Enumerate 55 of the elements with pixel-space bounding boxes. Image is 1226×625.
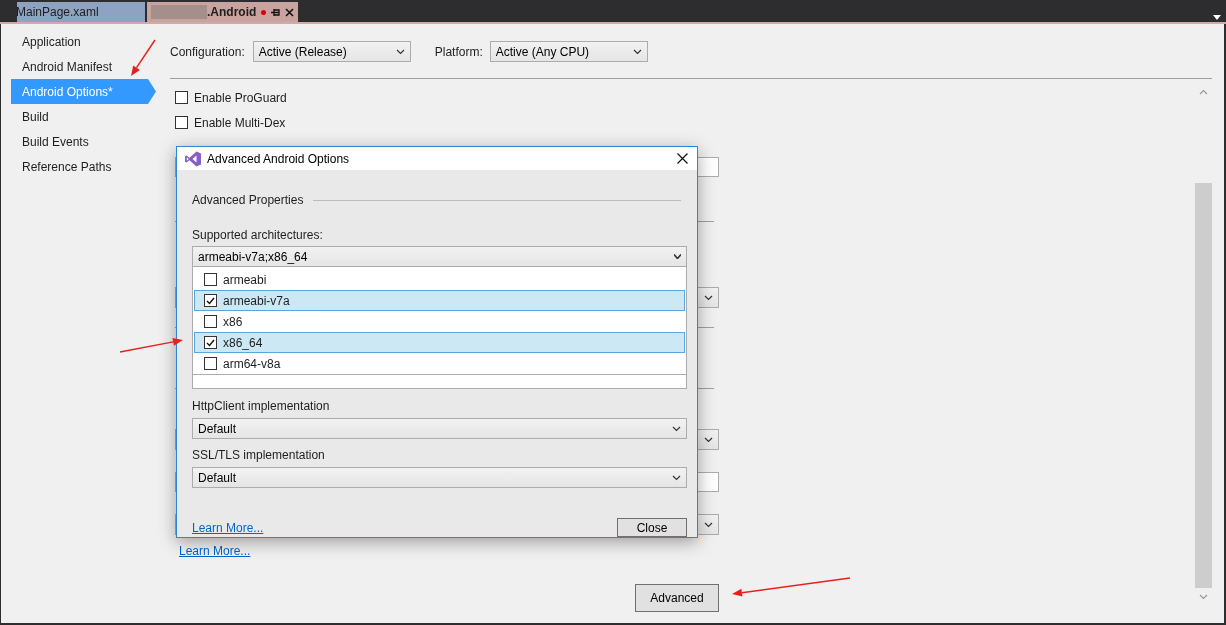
- scrollbar-thumb[interactable]: [1195, 183, 1212, 588]
- sidebar-item[interactable]: Reference Paths: [11, 154, 156, 179]
- checkbox[interactable]: [204, 336, 217, 349]
- configuration-dropdown[interactable]: Active (Release): [252, 41, 411, 62]
- architecture-option[interactable]: x86_64: [194, 332, 685, 353]
- document-tab[interactable]: .Android: [147, 2, 299, 22]
- checkbox[interactable]: [204, 315, 217, 328]
- chevron-down-icon: [704, 436, 713, 443]
- checkmark-icon: [206, 338, 215, 347]
- annotation-arrow: [131, 39, 156, 76]
- checkmark-icon: [206, 296, 215, 305]
- field-label: SSL/TLS implementation: [192, 447, 326, 464]
- chevron-down-icon: [672, 474, 681, 481]
- sidebar-item[interactable]: Application: [11, 29, 156, 54]
- annotation-arrow: [119, 337, 183, 353]
- sidebar-item[interactable]: Android Manifest: [11, 54, 156, 79]
- advanced-button[interactable]: Advanced: [635, 584, 719, 612]
- checkbox[interactable]: [204, 357, 217, 370]
- ssl-dropdown[interactable]: Default: [192, 467, 687, 488]
- field-label: Supported architectures:: [192, 227, 324, 244]
- architectures-dropdown[interactable]: armeabi-v7a;x86_64: [192, 246, 687, 267]
- sidebar-item[interactable]: Build: [11, 104, 156, 129]
- checkbox-label: Enable Multi-Dex: [194, 114, 286, 132]
- dropdown-triangle-icon[interactable]: [1213, 15, 1221, 20]
- architecture-option[interactable]: x86: [194, 311, 685, 332]
- chevron-down-icon: [704, 521, 713, 528]
- architecture-option[interactable]: arm64-v8a: [194, 353, 685, 374]
- architecture-option[interactable]: armeabi: [194, 269, 685, 290]
- close-icon[interactable]: [677, 153, 688, 164]
- learn-more-link[interactable]: Learn More...: [179, 542, 251, 560]
- close-button[interactable]: Close: [617, 518, 687, 537]
- architecture-option[interactable]: armeabi-v7a: [194, 290, 685, 311]
- httpclient-dropdown[interactable]: Default: [192, 418, 687, 439]
- section-heading: Advanced Properties: [192, 192, 304, 209]
- platform-label: Platform:: [434, 43, 483, 61]
- chevron-down-icon: [632, 48, 642, 55]
- dialog-title: Advanced Android Options: [207, 150, 350, 168]
- chevron-down-icon: [672, 425, 681, 432]
- document-tab[interactable]: MainPage.xaml: [17, 2, 145, 22]
- chevron-down-icon: [704, 294, 713, 301]
- platform-dropdown[interactable]: Active (Any CPU): [489, 41, 648, 62]
- checkbox[interactable]: [175, 116, 188, 129]
- configuration-label: Configuration:: [170, 43, 245, 61]
- caret-icon: [674, 254, 681, 259]
- chevron-down-icon: [395, 48, 405, 55]
- checkbox[interactable]: [204, 273, 217, 286]
- field-label: HttpClient implementation: [192, 398, 331, 415]
- sidebar-item[interactable]: Build Events: [11, 129, 156, 154]
- learn-more-link[interactable]: Learn More...: [192, 518, 264, 537]
- checkbox[interactable]: [204, 294, 217, 307]
- app-logo-icon: [185, 150, 201, 167]
- close-icon[interactable]: [285, 7, 295, 17]
- pin-icon[interactable]: [271, 7, 281, 17]
- checkbox-label: Enable ProGuard: [194, 89, 287, 107]
- checkbox[interactable]: [175, 91, 188, 104]
